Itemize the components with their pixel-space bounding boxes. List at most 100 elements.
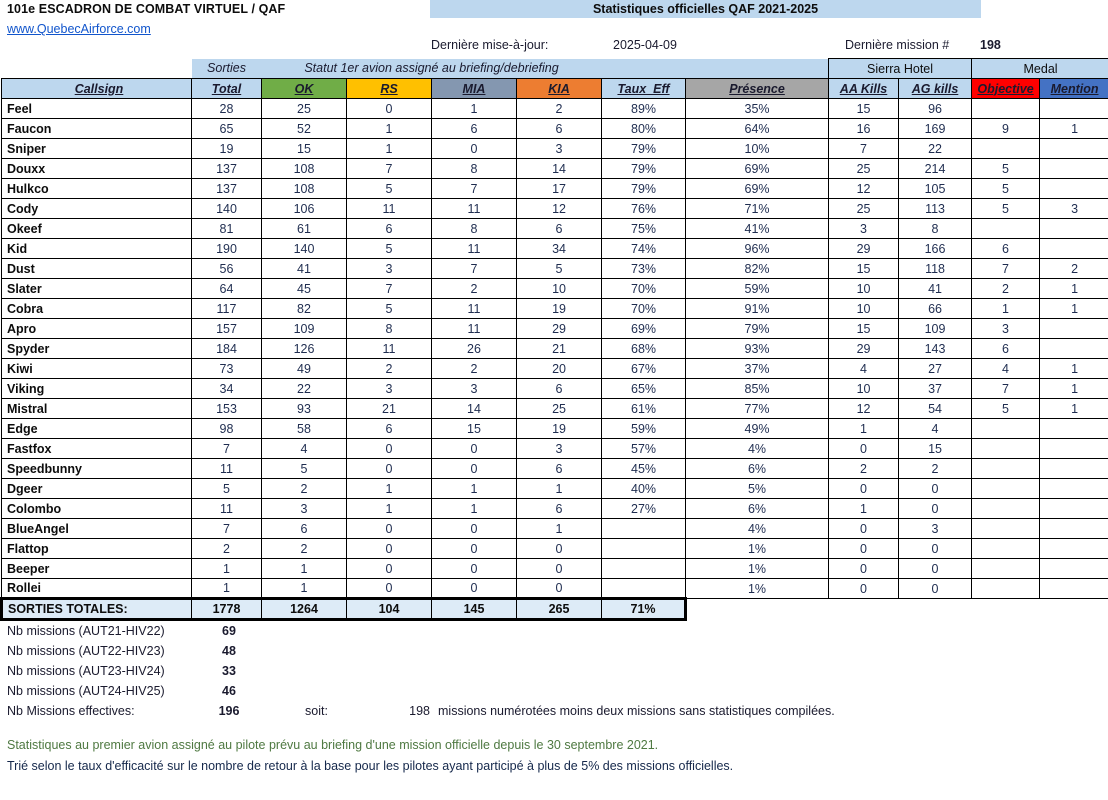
cell-presence: 96% <box>685 238 830 259</box>
cell-rs: 6 <box>346 418 432 439</box>
cell-mention: 1 <box>1039 378 1108 399</box>
cell-ag-kills: 96 <box>898 98 973 119</box>
col-header-ag-kills[interactable]: AG kills <box>898 78 973 99</box>
cell-callsign: Apro <box>1 318 192 339</box>
col-header-objective[interactable]: Objective <box>971 78 1041 99</box>
cell-mention <box>1039 98 1108 119</box>
cell-taux-eff: 73% <box>601 258 687 279</box>
cell-presence: 4% <box>685 438 830 459</box>
cell-total: 56 <box>191 258 262 279</box>
cell-rs: 5 <box>346 178 432 199</box>
last-update-value: 2025-04-09 <box>613 38 677 52</box>
cell-mention: 1 <box>1039 298 1108 319</box>
cell-ag-kills: 8 <box>898 218 973 239</box>
cell-total: 19 <box>191 138 262 159</box>
cell-callsign: Viking <box>1 378 192 399</box>
cell-kia: 10 <box>515 278 603 299</box>
cell-taux-eff <box>601 578 687 599</box>
cell-kia: 3 <box>515 438 603 459</box>
col-header-mia[interactable]: MIA <box>431 78 517 99</box>
col-header-kia[interactable]: KIA <box>515 78 603 99</box>
table-row: BlueAngel 7 6 0 0 1 4% 0 3 <box>1 518 1108 539</box>
cell-mia: 1 <box>431 498 517 519</box>
cell-aa-kills: 2 <box>828 458 900 479</box>
cell-mention <box>1039 538 1108 559</box>
cell-aa-kills: 10 <box>828 378 900 399</box>
table-row: Cobra 117 82 5 11 19 70% 91% 10 66 1 1 <box>1 298 1108 319</box>
cell-mia: 0 <box>431 518 517 539</box>
cell-taux-eff <box>601 558 687 579</box>
cell-ok: 49 <box>261 358 347 379</box>
col-header-total[interactable]: Total <box>191 78 262 99</box>
mission-count-value: 33 <box>222 664 236 678</box>
cell-ok: 58 <box>261 418 347 439</box>
col-header-ok[interactable]: OK <box>261 78 347 99</box>
cell-mia: 15 <box>431 418 517 439</box>
stats-table: Sorties Statut 1er avion assigné au brie… <box>0 58 1108 621</box>
col-header-callsign[interactable]: Callsign <box>1 78 192 99</box>
cell-ag-kills: 0 <box>898 498 973 519</box>
mission-count-line: Nb missions (AUT23-HIV24) 33 <box>0 662 1108 682</box>
cell-rs: 8 <box>346 318 432 339</box>
cell-objective <box>971 478 1041 499</box>
cell-rs: 5 <box>346 238 432 259</box>
table-row: Slater 64 45 7 2 10 70% 59% 10 41 2 1 <box>1 278 1108 299</box>
cell-presence: 64% <box>685 118 830 139</box>
cell-ag-kills: 27 <box>898 358 973 379</box>
cell-rs: 1 <box>346 138 432 159</box>
col-header-taux-eff[interactable]: Taux_Eff <box>601 78 687 99</box>
col-header-presence[interactable]: Présence <box>685 78 830 99</box>
cell-callsign: Speedbunny <box>1 458 192 479</box>
cell-ok: 41 <box>261 258 347 279</box>
cell-objective: 2 <box>971 278 1041 299</box>
cell-callsign: Fastfox <box>1 438 192 459</box>
cell-taux-eff: 40% <box>601 478 687 499</box>
cell-total: 98 <box>191 418 262 439</box>
cell-callsign: Slater <box>1 278 192 299</box>
cell-kia: 20 <box>515 358 603 379</box>
cell-ok: 93 <box>261 398 347 419</box>
cell-taux-eff: 79% <box>601 158 687 179</box>
cell-ok: 61 <box>261 218 347 239</box>
col-header-aa-kills[interactable]: AA Kills <box>828 78 900 99</box>
col-header-rs[interactable]: RS <box>346 78 432 99</box>
cell-objective <box>971 138 1041 159</box>
totals-total: 1778 <box>191 597 262 621</box>
cell-ag-kills: 118 <box>898 258 973 279</box>
cell-rs: 0 <box>346 438 432 459</box>
cell-ok: 108 <box>261 178 347 199</box>
cell-ag-kills: 3 <box>898 518 973 539</box>
cell-objective <box>971 518 1041 539</box>
cell-taux-eff: 75% <box>601 218 687 239</box>
cell-ok: 15 <box>261 138 347 159</box>
cell-presence: 1% <box>685 578 830 599</box>
col-header-mention[interactable]: Mention <box>1039 78 1108 99</box>
group-sorties: Sorties <box>191 58 262 79</box>
cell-ok: 82 <box>261 298 347 319</box>
cell-mia: 0 <box>431 438 517 459</box>
cell-aa-kills: 15 <box>828 98 900 119</box>
cell-total: 11 <box>191 458 262 479</box>
cell-mention <box>1039 138 1108 159</box>
table-row: Rollei 1 1 0 0 0 1% 0 0 <box>1 578 1108 599</box>
cell-mia: 2 <box>431 358 517 379</box>
totals-rs: 104 <box>346 597 432 621</box>
cell-ok: 2 <box>261 538 347 559</box>
cell-kia: 6 <box>515 498 603 519</box>
cell-rs: 11 <box>346 198 432 219</box>
table-row: Edge 98 58 6 15 19 59% 49% 1 4 <box>1 418 1108 439</box>
cell-aa-kills: 3 <box>828 218 900 239</box>
mission-count-value: 46 <box>222 684 236 698</box>
website-link[interactable]: www.QuebecAirforce.com <box>7 22 151 36</box>
cell-ok: 25 <box>261 98 347 119</box>
table-row: Dgeer 5 2 1 1 1 40% 5% 0 0 <box>1 478 1108 499</box>
cell-ag-kills: 41 <box>898 278 973 299</box>
cell-taux-eff: 59% <box>601 418 687 439</box>
numbered-missions-count: 198 <box>409 704 430 718</box>
cell-total: 2 <box>191 538 262 559</box>
cell-total: 157 <box>191 318 262 339</box>
cell-mia: 8 <box>431 158 517 179</box>
cell-mia: 3 <box>431 378 517 399</box>
cell-mia: 1 <box>431 98 517 119</box>
cell-taux-eff: 68% <box>601 338 687 359</box>
